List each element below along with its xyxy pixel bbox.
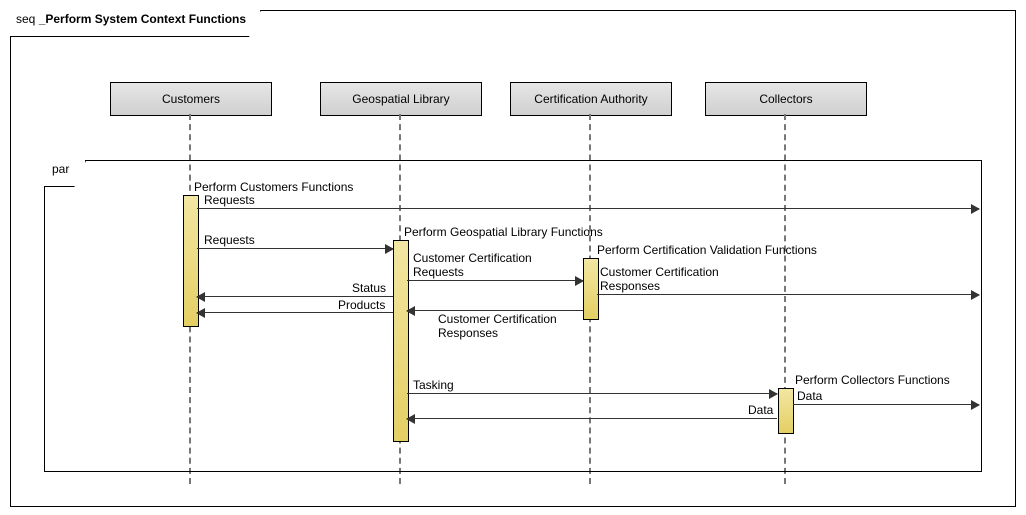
- msg-tasking: [407, 393, 777, 394]
- execution-collectors: [778, 388, 794, 434]
- exec-label-geolib: Perform Geospatial Library Functions: [404, 225, 603, 239]
- lifeline-label: Geospatial Library: [352, 92, 449, 106]
- sequence-diagram: seq _Perform System Context Functions Cu…: [0, 0, 1026, 515]
- execution-geolib: [393, 240, 409, 442]
- lifeline-certauth: Certification Authority: [510, 82, 672, 116]
- lifeline-collectors: Collectors: [705, 82, 867, 116]
- diagram-frame-label: seq _Perform System Context Functions: [10, 10, 261, 37]
- msg-label: Products: [338, 298, 385, 312]
- msg-label: Customer Certification Responses: [438, 312, 588, 340]
- msg-cert-responses-back: [407, 310, 583, 311]
- frame-title: _Perform System Context Functions: [39, 12, 246, 26]
- execution-certauth: [583, 258, 599, 320]
- msg-label: Tasking: [413, 378, 454, 392]
- msg-label: Requests: [204, 233, 255, 247]
- msg-label: Data: [748, 403, 773, 417]
- msg-data-back: [407, 418, 777, 419]
- exec-label-customers: Perform Customers Functions: [194, 180, 353, 194]
- msg-label: Customer Certification Responses: [600, 265, 760, 293]
- msg-cert-responses-out: [597, 294, 979, 295]
- exec-label-collectors: Perform Collectors Functions: [795, 373, 950, 387]
- msg-requests-to-geolib: [197, 248, 393, 249]
- msg-requests-outbound: [197, 208, 979, 209]
- lifeline-label: Customers: [162, 92, 220, 106]
- msg-label: Status: [352, 281, 386, 295]
- msg-cert-requests: [407, 280, 583, 281]
- lifeline-geolib: Geospatial Library: [320, 82, 482, 116]
- lifeline-customers: Customers: [110, 82, 272, 116]
- msg-products: [197, 312, 393, 313]
- msg-data-out: [793, 404, 979, 405]
- exec-label-certauth: Perform Certification Validation Functio…: [597, 243, 817, 257]
- par-label: par: [52, 162, 69, 176]
- msg-label: Requests: [204, 193, 255, 207]
- msg-status: [197, 296, 393, 297]
- lifeline-label: Certification Authority: [534, 92, 647, 106]
- msg-label: Customer Certification Requests: [413, 251, 563, 279]
- frame-prefix: seq: [16, 12, 39, 26]
- lifeline-label: Collectors: [759, 92, 812, 106]
- msg-label: Data: [797, 389, 822, 403]
